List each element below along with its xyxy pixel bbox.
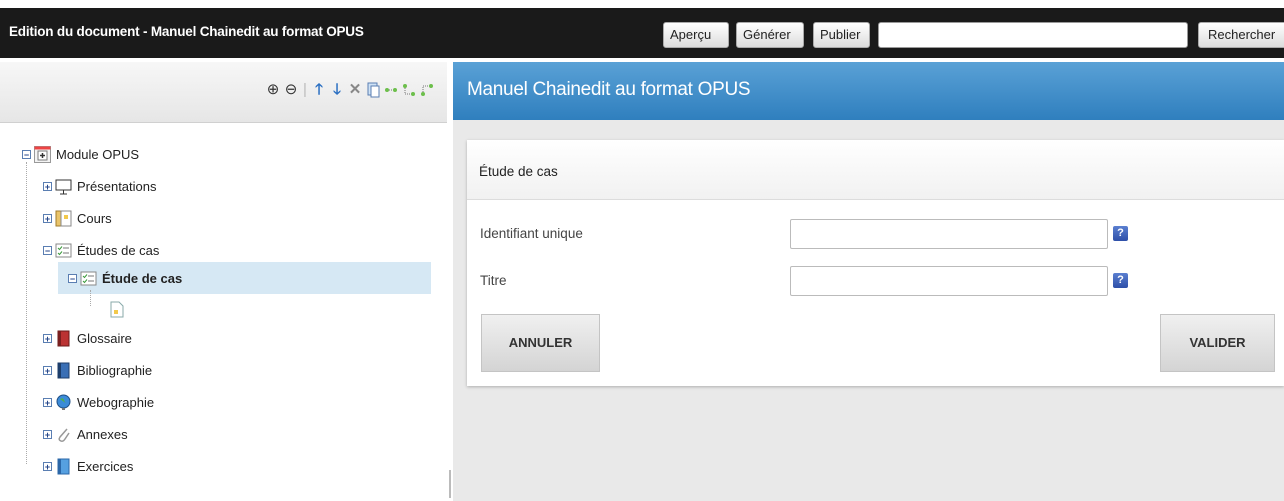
tree-item-cours[interactable]: + Cours [43, 207, 112, 229]
tree-item-etudes-de-cas[interactable]: − Études de cas [43, 239, 159, 261]
zoom-in-icon[interactable]: ⊕ [265, 82, 281, 98]
course-icon [55, 210, 72, 227]
tree-label: Module OPUS [56, 146, 140, 162]
toolbar-separator: | [303, 81, 307, 98]
document-blue-icon [55, 458, 72, 475]
tree-item-etude-de-cas[interactable]: − Étude de cas [68, 267, 182, 289]
expand-icon[interactable]: + [43, 461, 52, 471]
help-icon[interactable]: ? [1113, 226, 1128, 241]
preview-button[interactable]: Aperçu [663, 22, 729, 48]
search-button[interactable]: Rechercher [1198, 22, 1284, 48]
module-icon [34, 145, 51, 163]
move-up-icon[interactable]: 🡑 [311, 82, 327, 98]
checklist-icon [80, 270, 97, 287]
book-blue-icon [55, 362, 72, 379]
identifier-label: Identifiant unique [480, 226, 583, 241]
tree-panel: ⊕ ⊖ | 🡑 🡓 ✕ − Module OPUS + Présentation… [0, 62, 447, 501]
expand-icon[interactable]: + [43, 397, 52, 407]
form-title: Étude de cas [479, 164, 558, 179]
tree-label: Présentations [77, 178, 157, 194]
presentation-icon [55, 178, 72, 195]
expand-icon[interactable]: + [43, 429, 52, 439]
collapse-icon[interactable]: − [68, 273, 77, 283]
paperclip-icon [55, 426, 72, 443]
validate-button[interactable]: VALIDER [1160, 314, 1275, 372]
tree-label: Cours [77, 210, 112, 226]
tree-item-bibliographie[interactable]: + Bibliographie [43, 359, 152, 381]
top-bar: Edition du document - Manuel Chainedit a… [0, 0, 1284, 62]
book-red-icon [55, 330, 72, 347]
expand-icon[interactable]: + [43, 213, 52, 223]
form-card-header: Étude de cas [467, 140, 1284, 200]
expand-icon[interactable]: + [43, 365, 52, 375]
globe-icon [55, 394, 72, 411]
collapse-icon[interactable]: − [22, 149, 31, 159]
app-title: Edition du document - Manuel Chainedit a… [9, 24, 364, 39]
tree-label: Études de cas [77, 242, 160, 258]
panel-splitter[interactable] [449, 470, 451, 498]
tree-item-annexes[interactable]: + Annexes [43, 423, 128, 445]
publish-button[interactable]: Publier [813, 22, 870, 48]
tree-item-webographie[interactable]: + Webographie [43, 391, 154, 413]
tree-label: Webographie [77, 394, 155, 410]
link-icon[interactable] [383, 82, 399, 98]
search-input[interactable] [878, 22, 1188, 48]
expand-icon[interactable]: + [43, 181, 52, 191]
tree-item-exercices[interactable]: + Exercices [43, 455, 133, 477]
tree-toolbar: ⊕ ⊖ | 🡑 🡓 ✕ [0, 62, 447, 123]
move-down-icon[interactable]: 🡓 [329, 82, 345, 98]
identifier-input[interactable] [790, 219, 1108, 249]
checklist-icon [55, 242, 72, 259]
tree-root-module-opus[interactable]: − Module OPUS [22, 143, 139, 165]
document-icon [108, 301, 125, 318]
tree-item-presentations[interactable]: + Présentations [43, 175, 157, 197]
delete-icon[interactable]: ✕ [347, 82, 363, 98]
cancel-button[interactable]: ANNULER [481, 314, 600, 372]
tree-item-glossaire[interactable]: + Glossaire [43, 327, 132, 349]
title-input[interactable] [790, 266, 1108, 296]
title-label: Titre [480, 273, 507, 288]
expand-icon[interactable]: + [43, 333, 52, 343]
branch-icon[interactable] [401, 82, 417, 98]
generate-button[interactable]: Générer [736, 22, 804, 48]
help-icon[interactable]: ? [1113, 273, 1128, 288]
tree-label: Bibliographie [77, 362, 153, 378]
editor-header: Manuel Chainedit au format OPUS [453, 62, 1284, 120]
tree-label: Exercices [77, 458, 134, 474]
tree-label: Glossaire [77, 330, 132, 346]
branch-up-icon[interactable] [419, 82, 435, 98]
editor-panel: Manuel Chainedit au format OPUS Étude de… [453, 62, 1284, 501]
tree-item-document-leaf[interactable] [108, 298, 130, 320]
editor-title: Manuel Chainedit au format OPUS [467, 79, 751, 100]
tree-label: Annexes [77, 426, 128, 442]
tree-label: Étude de cas [102, 270, 183, 286]
form-card: Étude de cas Identifiant unique ? Titre … [467, 140, 1284, 386]
zoom-out-icon[interactable]: ⊖ [283, 82, 299, 98]
collapse-icon[interactable]: − [43, 245, 52, 255]
copy-icon[interactable] [365, 82, 381, 98]
